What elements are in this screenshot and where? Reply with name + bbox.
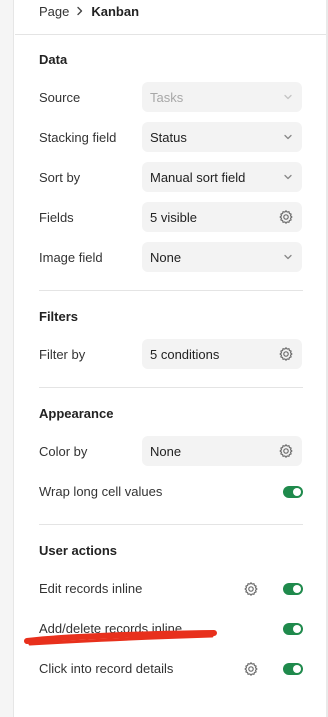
wrap-long-cell-toggle[interactable]: [283, 486, 303, 498]
stacking-field-value: Status: [150, 129, 187, 145]
section-title-appearance: Appearance: [39, 406, 114, 421]
gear-icon[interactable]: [278, 209, 294, 225]
color-by-select[interactable]: None: [142, 436, 302, 466]
section-title-data: Data: [39, 52, 68, 67]
sort-by-value: Manual sort field: [150, 169, 246, 185]
breadcrumb: Page Kanban: [39, 2, 139, 20]
add-delete-records-toggle[interactable]: [283, 623, 303, 635]
click-record-details-label: Click into record details: [39, 661, 174, 676]
breadcrumb-current: Kanban: [91, 3, 140, 19]
section-title-user-actions: User actions: [39, 543, 118, 558]
gear-icon[interactable]: [278, 443, 294, 459]
wrap-long-cell-label: Wrap long cell values: [39, 484, 163, 499]
add-delete-records-label: Add/delete records inline: [39, 621, 183, 636]
image-field-select[interactable]: None: [142, 242, 302, 272]
color-by-label: Color by: [39, 444, 88, 459]
section-divider: [39, 290, 303, 291]
filter-by-label: Filter by: [39, 347, 86, 362]
image-field-label: Image field: [39, 250, 103, 265]
stacking-field-select[interactable]: Status: [142, 122, 302, 152]
image-field-value: None: [150, 249, 182, 265]
fields-label: Fields: [39, 210, 74, 225]
chevron-down-icon: [282, 131, 294, 143]
edit-records-toggle[interactable]: [283, 583, 303, 595]
chevron-down-icon: [282, 91, 294, 103]
chevron-down-icon: [282, 251, 294, 263]
fields-select[interactable]: 5 visible: [142, 202, 302, 232]
properties-panel: Page Kanban Data Source Tasks Stacking f…: [15, 0, 326, 717]
source-label: Source: [39, 90, 81, 105]
section-divider: [39, 524, 303, 525]
section-divider: [39, 387, 303, 388]
gear-icon[interactable]: [278, 346, 294, 362]
fields-value: 5 visible: [150, 209, 197, 225]
color-by-value: None: [150, 443, 182, 459]
filter-by-select[interactable]: 5 conditions: [142, 339, 302, 369]
stacking-field-label: Stacking field: [39, 130, 117, 145]
sort-by-select[interactable]: Manual sort field: [142, 162, 302, 192]
edit-records-label: Edit records inline: [39, 581, 143, 596]
gear-icon[interactable]: [243, 581, 259, 597]
left-strip: [0, 0, 14, 717]
gear-icon[interactable]: [243, 661, 259, 677]
breadcrumb-parent[interactable]: Page: [39, 4, 69, 19]
source-select: Tasks: [142, 82, 302, 112]
click-record-details-toggle[interactable]: [283, 663, 303, 675]
chevron-down-icon: [282, 171, 294, 183]
sort-by-label: Sort by: [39, 170, 81, 185]
header-divider: [15, 34, 326, 35]
chevron-right-icon: [75, 6, 85, 16]
section-title-filters: Filters: [39, 309, 79, 324]
filter-by-value: 5 conditions: [150, 346, 220, 362]
source-value: Tasks: [150, 89, 184, 105]
